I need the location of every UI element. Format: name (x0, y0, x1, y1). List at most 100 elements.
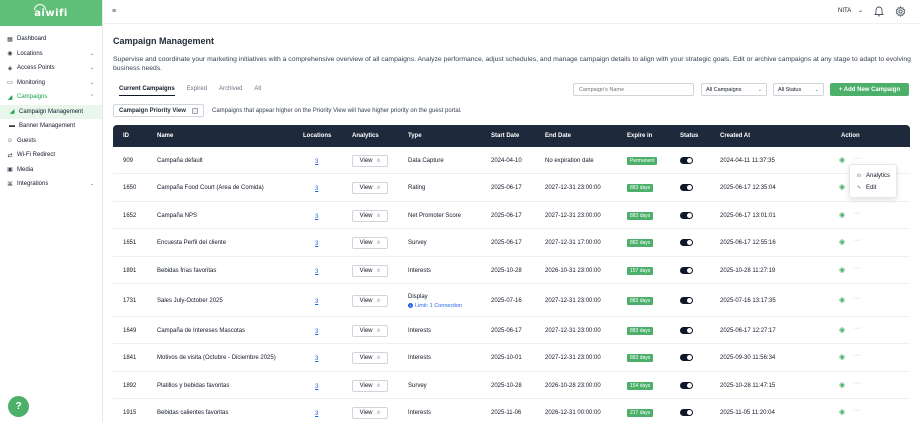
tab-current-campaigns[interactable]: Current Campaigns (119, 86, 175, 96)
eye-icon[interactable]: ◉ (839, 381, 845, 389)
status-select[interactable]: All Status ⌄ (773, 83, 824, 96)
more-actions-icon[interactable]: ··· (853, 237, 862, 244)
campaign-type-select[interactable]: All Campaigns ⌄ (701, 83, 767, 96)
view-analytics-button[interactable]: View ılı (352, 407, 388, 419)
eye-icon[interactable]: ◉ (839, 408, 845, 416)
banner-icon: ▬ (9, 123, 15, 130)
type-label: Display (408, 294, 428, 300)
bell-icon[interactable] (874, 6, 884, 19)
eye-icon[interactable]: ◉ (839, 326, 845, 334)
locations-link[interactable]: 3 (315, 356, 318, 362)
view-analytics-button[interactable]: View ılı (352, 265, 388, 277)
eye-icon[interactable]: ◉ (839, 266, 845, 274)
type-limit-label: Limit: 1 Connection (415, 303, 463, 309)
status-toggle[interactable] (680, 382, 693, 389)
guests-icon: ☺ (6, 137, 14, 144)
sidebar-item-media[interactable]: ▣ Media (0, 163, 102, 178)
chevron-down-icon: ⌄ (89, 50, 94, 57)
column-header-type[interactable]: Type (408, 133, 422, 139)
sidebar-item-access-points[interactable]: ◈ Access Points ⌄ (0, 61, 102, 76)
status-toggle[interactable] (680, 354, 693, 361)
eye-icon[interactable]: ◉ (839, 183, 845, 191)
menu-item-analytics[interactable]: ılı Analytics (857, 170, 896, 182)
more-actions-icon[interactable]: ··· (853, 325, 862, 332)
sidebar-item-integrations[interactable]: ⌘ Integrations ⌄ (0, 177, 102, 192)
view-analytics-button[interactable]: View ılı (352, 210, 388, 222)
priority-view-toggle[interactable] (192, 108, 198, 114)
locations-link[interactable]: 3 (315, 241, 318, 247)
status-toggle[interactable] (680, 327, 693, 334)
column-header-locations[interactable]: Locations (303, 133, 331, 139)
eye-icon[interactable]: ◉ (839, 156, 845, 164)
view-analytics-button[interactable]: View ılı (352, 155, 388, 167)
eye-icon[interactable]: ◉ (839, 296, 845, 304)
locations-link[interactable]: 3 (315, 384, 318, 390)
locations-link[interactable]: 3 (315, 411, 318, 417)
column-header-name[interactable]: Name (157, 133, 173, 139)
cell-name: Encuesta Perfil del cliente (157, 240, 227, 246)
more-actions-icon[interactable]: ··· (853, 265, 862, 272)
sidebar-item-banner-management[interactable]: ▬ Banner Management (0, 119, 102, 134)
tab-archived[interactable]: Archived (219, 86, 242, 96)
main-content: Campaign Management Supervise and coordi… (103, 24, 920, 422)
view-analytics-button[interactable]: View ılı (352, 295, 388, 307)
column-header-start-date[interactable]: Start Date (491, 133, 519, 139)
view-analytics-button[interactable]: View ılı (352, 352, 388, 364)
more-actions-icon[interactable]: ··· (853, 210, 862, 217)
more-actions-icon[interactable]: ··· (853, 407, 862, 414)
locations-link[interactable]: 3 (315, 159, 318, 165)
status-toggle[interactable] (680, 212, 693, 219)
cell-name: Campaña NPS (157, 213, 198, 219)
sidebar-item-wifi-redirect[interactable]: ⇄ Wi-Fi Redirect (0, 148, 102, 163)
column-header-status[interactable]: Status (680, 133, 698, 139)
eye-icon[interactable]: ◉ (839, 211, 845, 219)
more-actions-icon[interactable]: ··· (853, 352, 862, 359)
eye-icon[interactable]: ◉ (839, 353, 845, 361)
status-toggle[interactable] (680, 239, 693, 246)
brand-logo[interactable]: aiwifi (34, 3, 68, 19)
more-actions-icon[interactable]: ··· (853, 380, 862, 387)
column-header-id[interactable]: ID (123, 133, 129, 139)
add-new-campaign-button[interactable]: + Add New Campaign (830, 83, 909, 96)
column-header-expire-in[interactable]: Expire in (627, 133, 652, 139)
chevron-down-icon[interactable]: ⌄ (858, 7, 863, 14)
campaign-search-input[interactable] (573, 83, 694, 96)
column-header-analytics[interactable]: Analytics (352, 133, 379, 139)
menu-item-edit[interactable]: ✎ Edit (857, 182, 896, 194)
sidebar-item-monitoring[interactable]: ▭ Monitoring ⌄ (0, 76, 102, 91)
more-actions-icon[interactable]: ··· (853, 155, 862, 162)
locations-link[interactable]: 3 (315, 214, 318, 220)
column-header-end-date[interactable]: End Date (545, 133, 571, 139)
view-analytics-button[interactable]: View ılı (352, 380, 388, 392)
eye-icon[interactable]: ◉ (839, 238, 845, 246)
sidebar-item-campaign-management[interactable]: ◢ Campaign Management (0, 104, 102, 119)
table-row: 1650 Campaña Food Court (Area de Comida)… (113, 174, 910, 202)
view-analytics-button[interactable]: View ılı (352, 182, 388, 194)
more-actions-icon[interactable]: ··· (853, 295, 862, 302)
sidebar-item-locations[interactable]: ◉ Locations ⌄ (0, 47, 102, 62)
column-header-created-at[interactable]: Created At (720, 133, 750, 139)
help-button[interactable]: ? (8, 396, 29, 417)
view-analytics-button[interactable]: View ılı (352, 325, 388, 337)
status-toggle[interactable] (680, 409, 693, 416)
locations-link[interactable]: 3 (315, 299, 318, 305)
user-name[interactable]: NITA (838, 8, 851, 14)
cell-created-at: 2025-10-28 11:47:15 (720, 383, 776, 389)
status-toggle[interactable] (680, 297, 693, 304)
locations-link[interactable]: 3 (315, 186, 318, 192)
view-analytics-button[interactable]: View ılı (352, 237, 388, 249)
locations-link[interactable]: 3 (315, 269, 318, 275)
hamburger-menu-icon[interactable]: ≡ (112, 8, 116, 15)
gear-icon[interactable] (895, 5, 906, 19)
campaign-priority-view-button[interactable]: Campaign Priority View (113, 104, 204, 117)
sidebar-item-guests[interactable]: ☺ Guests (0, 134, 102, 149)
column-header-action[interactable]: Action (841, 133, 860, 139)
sidebar-item-campaigns[interactable]: ◢ Campaigns ⌃ (0, 90, 102, 105)
sidebar-item-dashboard[interactable]: ▦ Dashboard (0, 32, 102, 47)
tab-all[interactable]: All (254, 86, 261, 96)
status-toggle[interactable] (680, 267, 693, 274)
status-toggle[interactable] (680, 184, 693, 191)
locations-link[interactable]: 3 (315, 329, 318, 335)
status-toggle[interactable] (680, 157, 693, 164)
tab-expired[interactable]: Expired (187, 86, 207, 96)
